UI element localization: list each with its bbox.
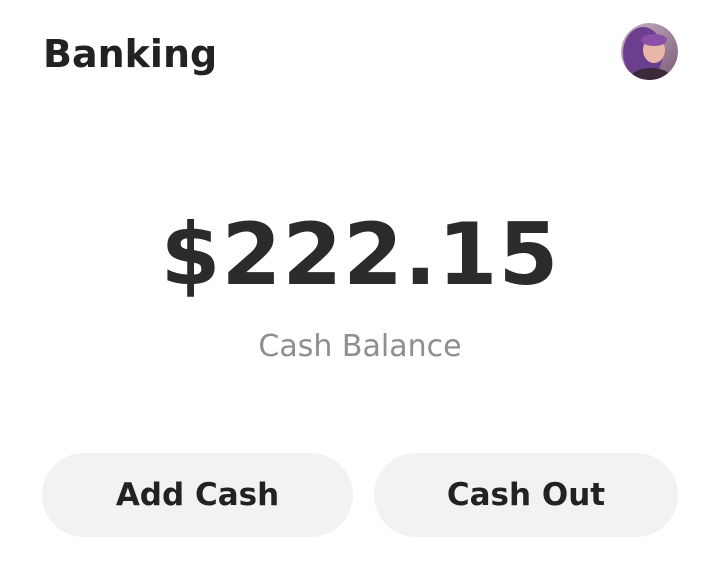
- avatar-photo-icon: [621, 23, 678, 80]
- cash-balance-amount: $222.15: [160, 205, 560, 305]
- cash-out-button[interactable]: Cash Out: [374, 453, 678, 537]
- add-cash-button[interactable]: Add Cash: [42, 453, 353, 537]
- profile-avatar[interactable]: [621, 23, 678, 80]
- cash-balance-label: Cash Balance: [258, 329, 462, 364]
- page-title: Banking: [43, 32, 218, 76]
